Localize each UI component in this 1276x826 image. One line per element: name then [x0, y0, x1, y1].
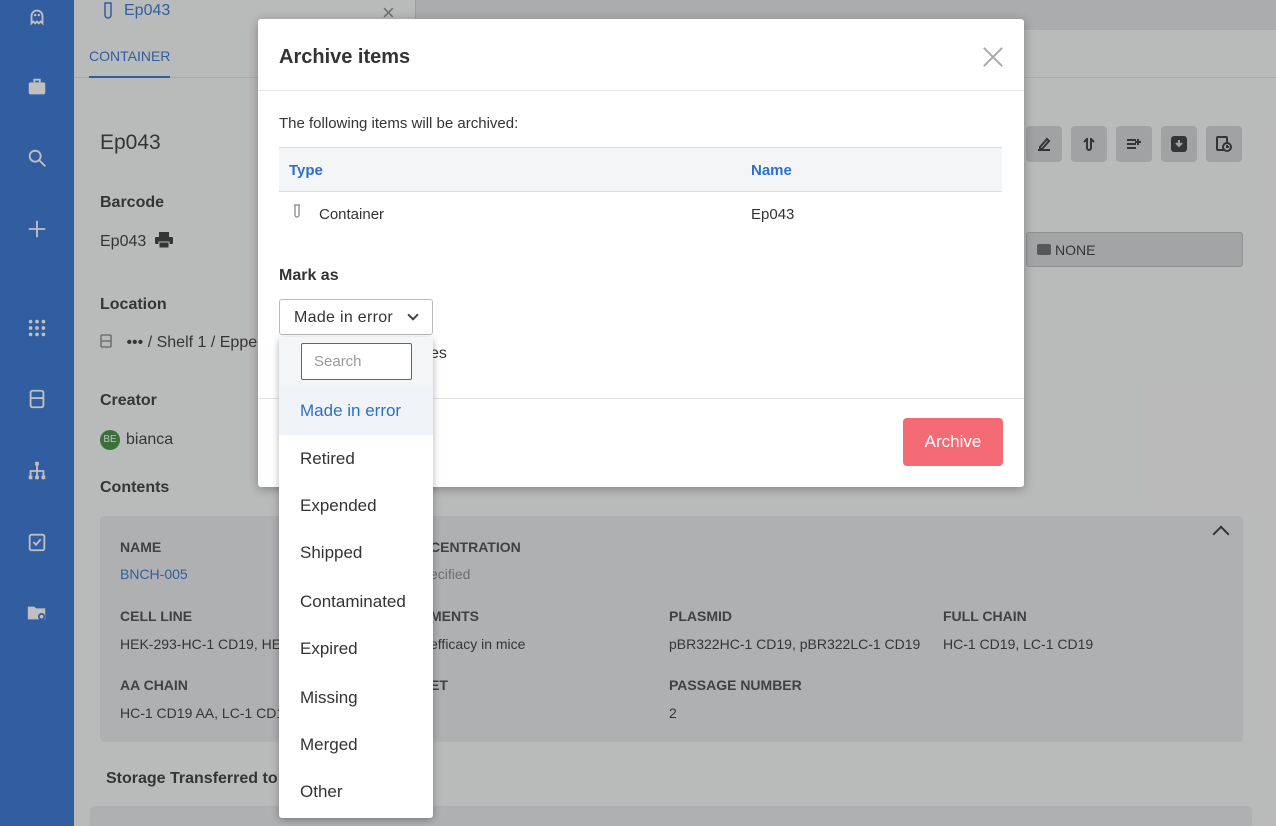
table-row: Container Ep043: [279, 192, 1002, 236]
mark-as-selected-value: Made in error: [294, 309, 394, 326]
option-expended[interactable]: Expended: [279, 482, 433, 530]
option-retired[interactable]: Retired: [279, 435, 433, 483]
option-expired[interactable]: Expired: [279, 625, 433, 673]
close-icon[interactable]: [980, 44, 1006, 70]
row-name: Ep043: [751, 206, 795, 223]
modal-intro-text: The following items will be archived:: [279, 115, 519, 132]
option-merged[interactable]: Merged: [279, 721, 433, 769]
modal-title: Archive items: [279, 46, 411, 68]
mark-as-label: Mark as: [279, 267, 339, 284]
items-table: Type Name Container Ep043: [279, 147, 1002, 236]
mark-as-select[interactable]: Made in error: [279, 299, 433, 335]
option-made-in-error[interactable]: Made in error: [279, 387, 433, 435]
dropdown-search-input[interactable]: [301, 343, 412, 380]
chevron-down-icon: [407, 309, 419, 321]
option-missing[interactable]: Missing: [279, 674, 433, 722]
mark-as-dropdown: Made in error Retired Expended Shipped C…: [279, 337, 433, 818]
table-header: Type Name: [279, 147, 1002, 192]
name-column-header[interactable]: Name: [751, 162, 792, 179]
option-other[interactable]: Other: [279, 768, 433, 816]
dropdown-search-area: [279, 337, 433, 387]
type-column-header[interactable]: Type: [289, 162, 323, 179]
option-shipped[interactable]: Shipped: [279, 529, 433, 577]
modal-header: Archive items: [258, 19, 1024, 91]
option-contaminated[interactable]: Contaminated: [279, 578, 433, 626]
archive-button[interactable]: Archive: [903, 418, 1003, 466]
tube-icon: [294, 204, 300, 218]
row-type: Container: [319, 206, 385, 223]
